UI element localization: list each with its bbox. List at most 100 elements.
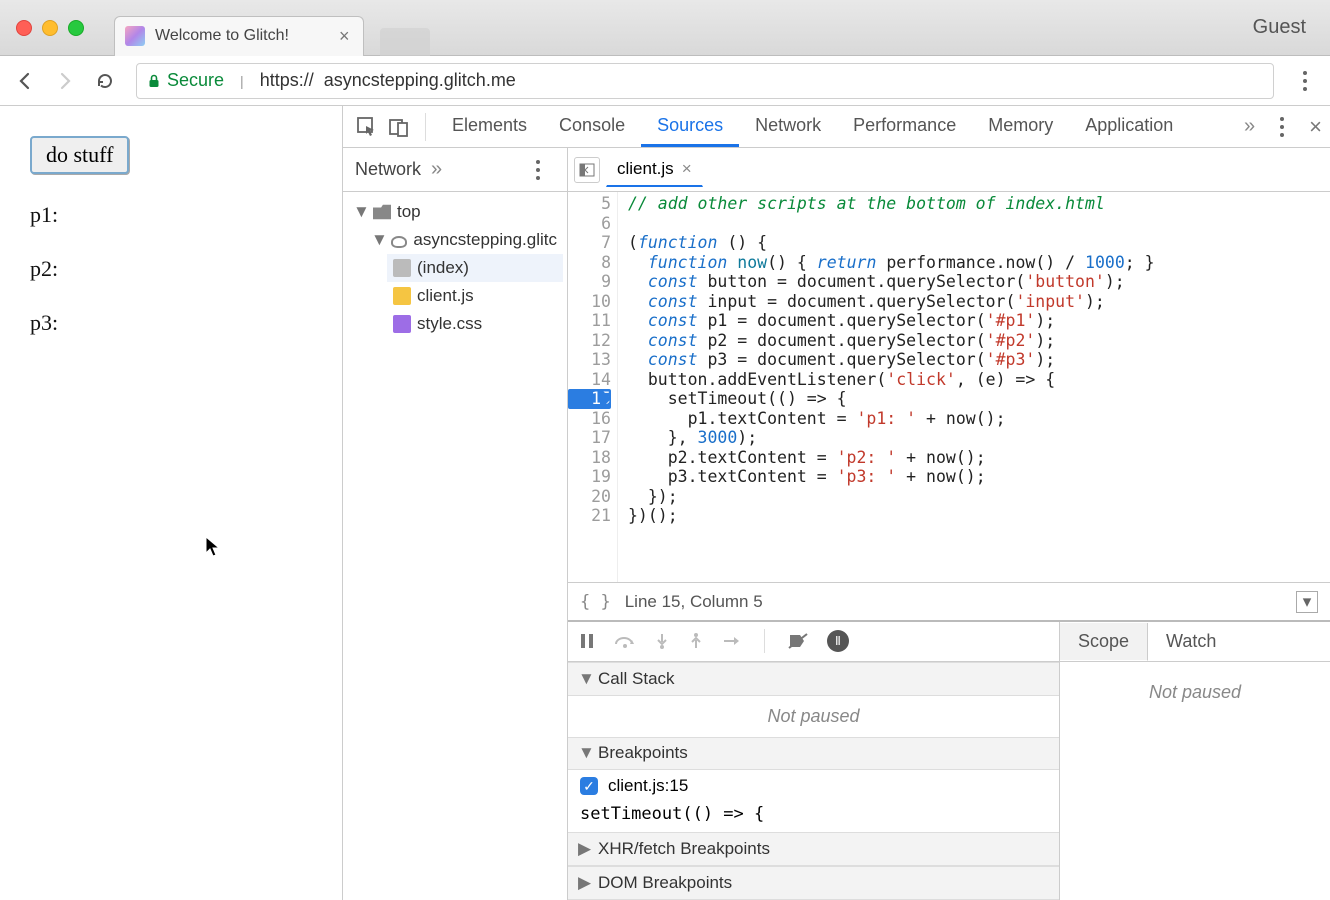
panel-tab-console[interactable]: Console — [543, 107, 641, 147]
gutter-line[interactable]: 6 — [568, 214, 611, 234]
new-tab-button[interactable] — [380, 28, 430, 56]
step-over-icon[interactable] — [614, 632, 636, 650]
code-line[interactable]: p2.textContent = 'p2: ' + now(); — [628, 448, 1155, 468]
expand-console-icon[interactable]: ▾ — [1296, 591, 1318, 613]
minimize-window-button[interactable] — [42, 20, 58, 36]
more-navigator-tabs-icon[interactable]: » — [431, 158, 442, 181]
gutter-line[interactable]: 18 — [568, 448, 611, 468]
navigator-menu-icon[interactable] — [521, 160, 555, 180]
browser-tab[interactable]: Welcome to Glitch! × — [114, 16, 364, 56]
breakpoint-item[interactable]: ✓ client.js:15 — [568, 770, 1059, 802]
show-navigator-icon[interactable] — [574, 157, 600, 183]
browser-menu-button[interactable] — [1288, 71, 1322, 91]
gutter-line[interactable]: 8 — [568, 253, 611, 273]
page-viewport: do stuff p1: p2: p3: — [0, 106, 343, 900]
gutter-line[interactable]: 16 — [568, 409, 611, 429]
code-line[interactable]: }); — [628, 487, 1155, 507]
tree-row-top[interactable]: ▼ top — [347, 198, 563, 226]
panel-tab-performance[interactable]: Performance — [837, 107, 972, 147]
reload-button[interactable] — [88, 64, 122, 98]
editor-status-bar: { } Line 15, Column 5 ▾ — [568, 582, 1330, 620]
gutter-line[interactable]: 21 — [568, 506, 611, 526]
pause-icon[interactable] — [578, 632, 596, 650]
gutter-line[interactable]: 14 — [568, 370, 611, 390]
editor-file-tab[interactable]: client.js × — [606, 152, 703, 187]
dom-breakpoints-header[interactable]: ▶DOM Breakpoints — [568, 866, 1059, 900]
code-editor[interactable]: 56789101112131415161718192021 // add oth… — [568, 192, 1330, 582]
close-window-button[interactable] — [16, 20, 32, 36]
gutter-line[interactable]: 17 — [568, 428, 611, 448]
close-tab-icon[interactable]: × — [339, 26, 350, 47]
code-line[interactable]: const p3 = document.querySelector('#p3')… — [628, 350, 1155, 370]
do-stuff-button[interactable]: do stuff — [30, 136, 129, 174]
callstack-header[interactable]: ▼Call Stack — [568, 662, 1059, 696]
watch-tab[interactable]: Watch — [1148, 623, 1234, 660]
pretty-print-icon[interactable]: { } — [580, 592, 611, 612]
panel-tab-sources[interactable]: Sources — [641, 107, 739, 147]
panel-tab-memory[interactable]: Memory — [972, 107, 1069, 147]
devtools-menu-icon[interactable] — [1265, 117, 1299, 137]
code-line[interactable]: const input = document.querySelector('in… — [628, 292, 1155, 312]
more-tabs-icon[interactable]: » — [1244, 115, 1255, 138]
code-area[interactable]: // add other scripts at the bottom of in… — [618, 192, 1165, 582]
gutter-line[interactable]: 15 — [568, 389, 611, 409]
panel-tab-application[interactable]: Application — [1069, 107, 1189, 147]
code-line[interactable]: }, 3000); — [628, 428, 1155, 448]
gutter-line[interactable]: 9 — [568, 272, 611, 292]
navigator-toolbar: Network » — [343, 148, 567, 192]
back-button[interactable] — [8, 64, 42, 98]
inspect-element-icon[interactable] — [351, 111, 383, 143]
panel-tab-network[interactable]: Network — [739, 107, 837, 147]
gutter-line[interactable]: 11 — [568, 311, 611, 331]
tree-row-file[interactable]: style.css — [387, 310, 563, 338]
cloud-icon — [391, 236, 407, 248]
deactivate-breakpoints-icon[interactable] — [787, 632, 809, 650]
address-bar[interactable]: Secure | https://asyncstepping.glitch.me — [136, 63, 1274, 99]
tree-row-file[interactable]: client.js — [387, 282, 563, 310]
window-controls — [16, 20, 84, 36]
code-line[interactable]: const p2 = document.querySelector('#p2')… — [628, 331, 1155, 351]
pause-on-exceptions-icon[interactable]: Ⅱ — [827, 630, 849, 652]
tree-label: top — [397, 202, 421, 222]
code-line[interactable]: setTimeout(() => { — [628, 389, 1155, 409]
xhr-breakpoints-header[interactable]: ▶XHR/fetch Breakpoints — [568, 832, 1059, 866]
tree-row-domain[interactable]: ▼ asyncstepping.glitc — [365, 226, 563, 254]
gutter-line[interactable]: 13 — [568, 350, 611, 370]
step-out-icon[interactable] — [688, 632, 704, 650]
code-line[interactable]: const p1 = document.querySelector('#p1')… — [628, 311, 1155, 331]
panel-tab-elements[interactable]: Elements — [436, 107, 543, 147]
gutter-line[interactable]: 5 — [568, 194, 611, 214]
file-tab-label: client.js — [617, 159, 674, 179]
mouse-cursor-icon — [205, 536, 223, 558]
maximize-window-button[interactable] — [68, 20, 84, 36]
code-line[interactable]: p1.textContent = 'p1: ' + now(); — [628, 409, 1155, 429]
code-line[interactable]: function now() { return performance.now(… — [628, 253, 1155, 273]
gutter-line[interactable]: 20 — [568, 487, 611, 507]
device-toolbar-icon[interactable] — [383, 111, 415, 143]
code-line[interactable]: // add other scripts at the bottom of in… — [628, 194, 1155, 214]
forward-button[interactable] — [48, 64, 82, 98]
macos-title-bar: Welcome to Glitch! × Guest — [0, 0, 1330, 56]
breakpoints-header[interactable]: ▼Breakpoints — [568, 737, 1059, 771]
gutter-line[interactable]: 12 — [568, 331, 611, 351]
step-icon[interactable] — [722, 633, 742, 649]
scope-tab[interactable]: Scope — [1060, 623, 1148, 661]
close-devtools-icon[interactable]: × — [1309, 114, 1322, 140]
code-line[interactable]: })(); — [628, 506, 1155, 526]
code-line[interactable]: (function () { — [628, 233, 1155, 253]
code-line[interactable] — [628, 214, 1155, 234]
code-line[interactable]: const button = document.querySelector('b… — [628, 272, 1155, 292]
code-line[interactable]: p3.textContent = 'p3: ' + now(); — [628, 467, 1155, 487]
gutter-line[interactable]: 19 — [568, 467, 611, 487]
profile-label[interactable]: Guest — [1253, 16, 1306, 39]
close-file-icon[interactable]: × — [682, 159, 692, 179]
line-gutter[interactable]: 56789101112131415161718192021 — [568, 192, 618, 582]
code-line[interactable]: button.addEventListener('click', (e) => … — [628, 370, 1155, 390]
document-icon — [393, 259, 411, 277]
gutter-line[interactable]: 10 — [568, 292, 611, 312]
navigator-tab-label[interactable]: Network — [355, 159, 421, 180]
breakpoint-checkbox[interactable]: ✓ — [580, 777, 598, 795]
step-into-icon[interactable] — [654, 632, 670, 650]
gutter-line[interactable]: 7 — [568, 233, 611, 253]
tree-row-file[interactable]: (index) — [387, 254, 563, 282]
